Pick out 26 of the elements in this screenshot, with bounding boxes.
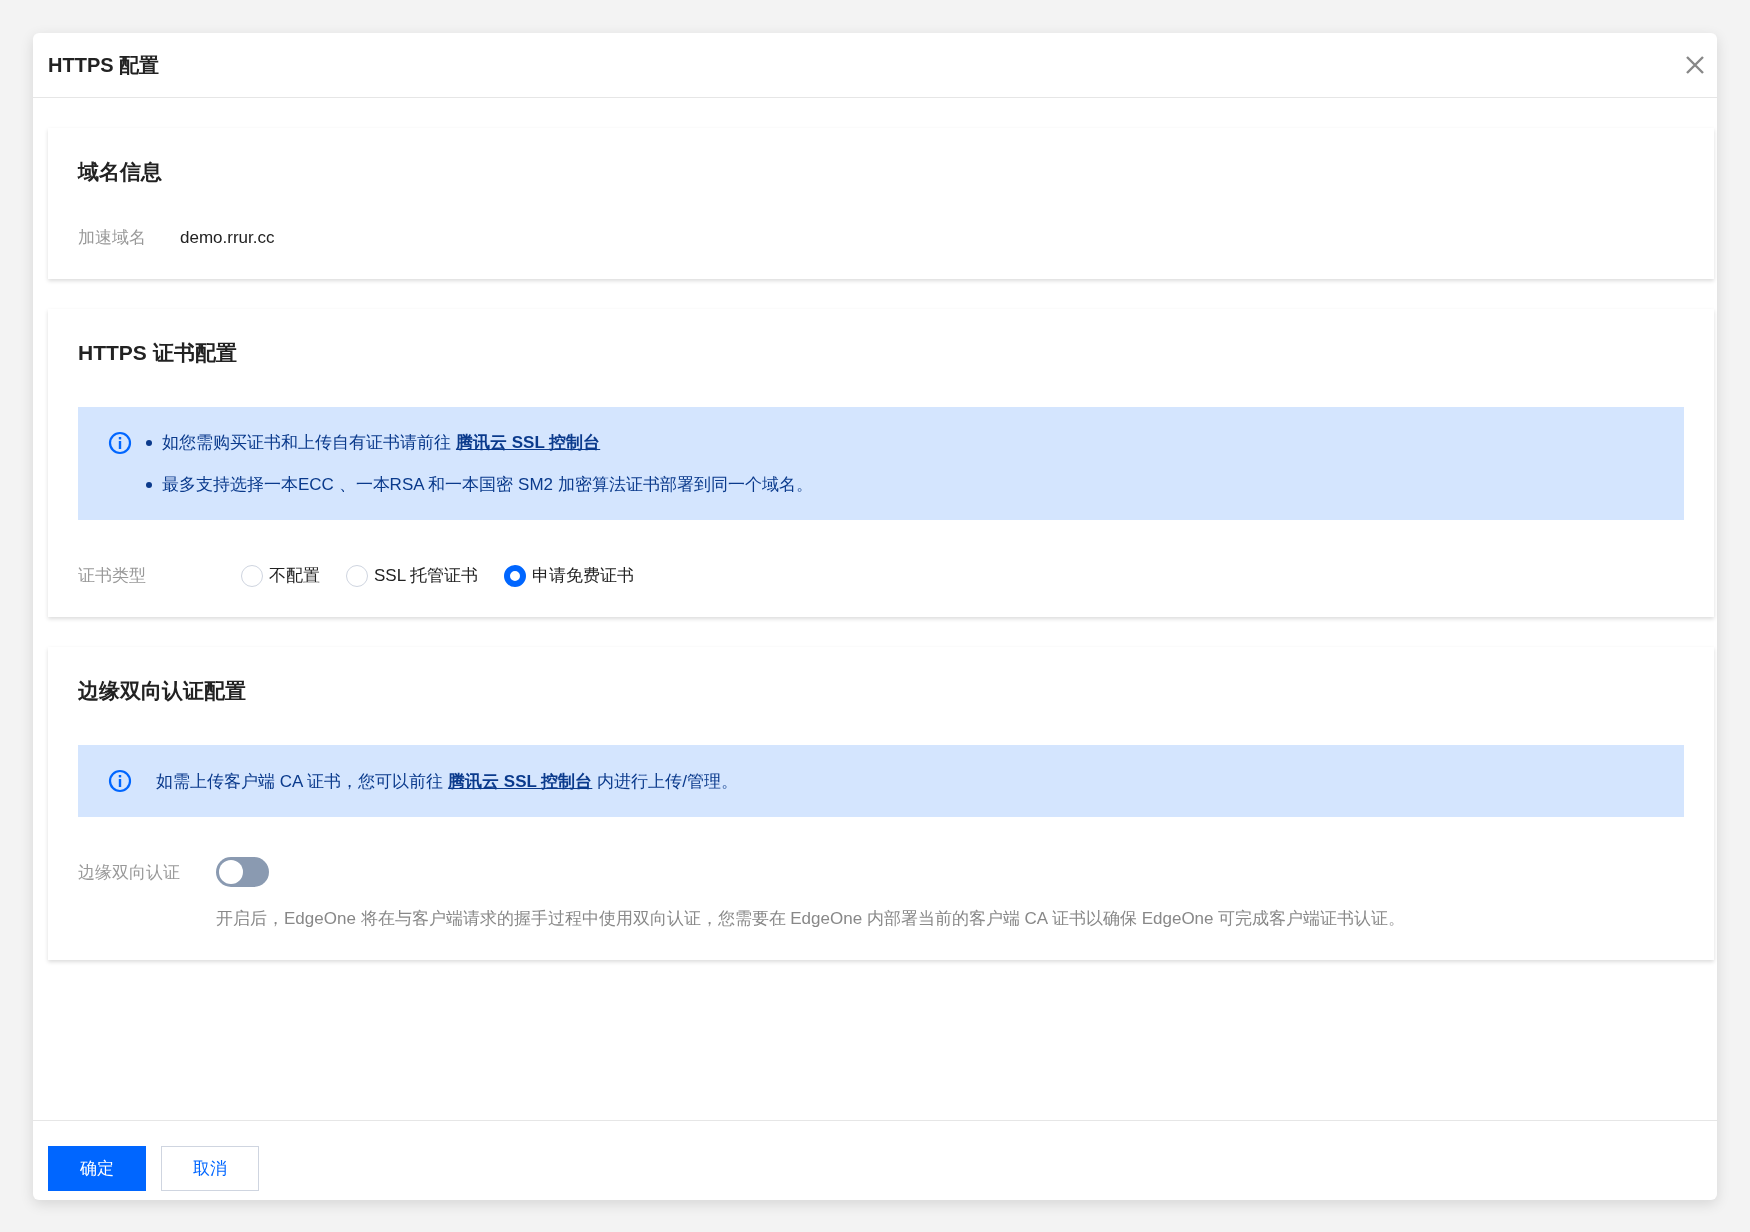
notice-text: 最多支持选择一本ECC 、一本RSA 和一本国密 SM2 加密算法证书部署到同一个域名。 [162,474,813,496]
field-label: 加速域名 [78,227,147,249]
dialog-title: HTTPS 配置 [48,52,160,78]
section-title: 域名信息 [78,159,163,185]
bullet-icon [146,481,152,488]
cancel-button[interactable]: 取消 [161,1146,259,1191]
radio-option[interactable]: 不配置 [241,564,320,587]
section-title: 边缘双向认证配置 [78,678,247,704]
close-icon[interactable] [1685,55,1705,75]
toggle-switch[interactable] [216,857,269,887]
field-label: 证书类型 [78,565,147,587]
domain-value: demo.rrur.cc [180,227,275,248]
console-link[interactable]: 腾讯云 SSL 控制台 [456,433,601,452]
bullet-icon [146,439,152,446]
info-icon [108,769,132,793]
notice-text: 如需上传客户端 CA 证书，您可以前往 腾讯云 SSL 控制台 内进行上传/管理。 [156,770,739,793]
radio-option[interactable]: 申请免费证书 [504,564,635,587]
info-icon [108,431,132,455]
section-title: HTTPS 证书配置 [78,340,238,366]
notice-text: 如您需购买证书和上传自有证书请前往 腾讯云 SSL 控制台 [162,432,602,454]
confirm-button[interactable]: 确定 [48,1146,146,1191]
radio-option[interactable]: SSL 托管证书 [346,564,479,587]
radio-icon[interactable] [504,564,527,587]
console-link[interactable]: 腾讯云 SSL 控制台 [448,771,593,791]
description-text: 开启后，EdgeOne 将在与客户端请求的握手过程中使用双向认证，您需要在 EdgeOne 内部署当前的客户端 CA 证书以确保 EdgeOne 可完成客户端证书认证。 [215,908,1407,930]
field-label: 边缘双向认证 [78,861,181,884]
